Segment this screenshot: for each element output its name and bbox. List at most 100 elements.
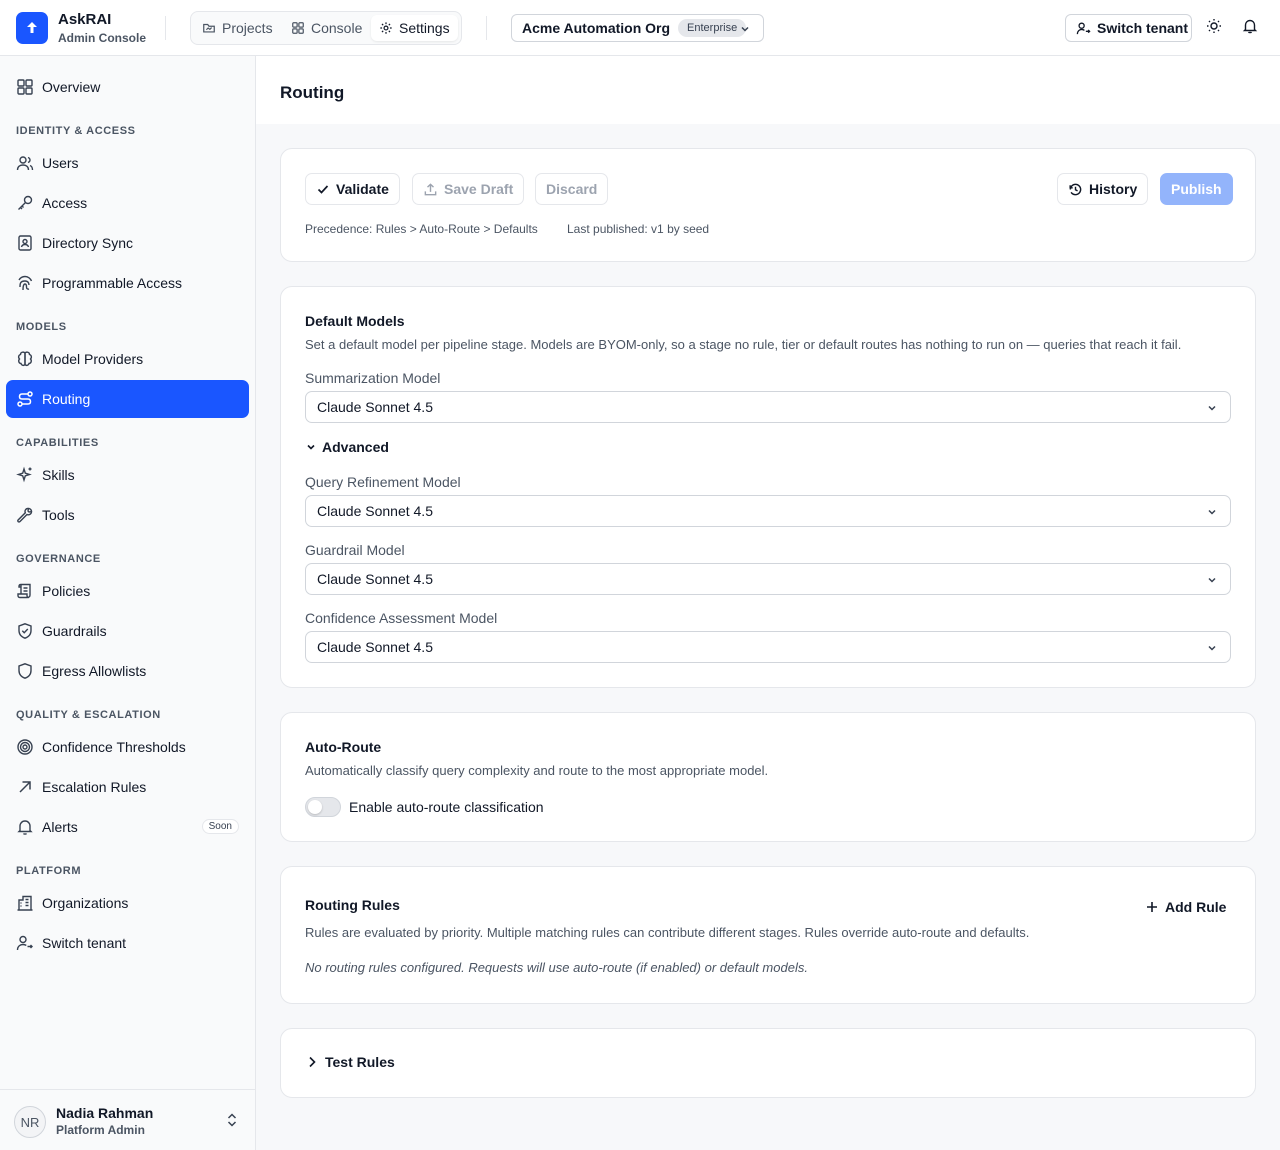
user-menu[interactable]: NR Nadia Rahman Platform Admin <box>0 1089 255 1150</box>
sidebar-item-egress-allowlists[interactable]: Egress Allowlists <box>6 652 249 690</box>
sidebar-item-label: Guardrails <box>42 623 107 639</box>
theme-toggle[interactable] <box>1206 18 1222 34</box>
page-title: Routing <box>280 83 345 102</box>
summarization-model-select[interactable]: Claude Sonnet 4.5 <box>305 391 1231 423</box>
contact-book-icon <box>18 235 32 251</box>
sidebar-item-label: Switch tenant <box>42 935 127 951</box>
sidebar-item-alerts[interactable]: Alerts Soon <box>6 808 249 846</box>
app-logo[interactable] <box>16 12 48 44</box>
sidebar-item-label: Escalation Rules <box>42 779 147 795</box>
sidebar-item-access[interactable]: Access <box>6 184 249 222</box>
org-selector[interactable]: Acme Automation Org Enterprise <box>511 14 764 42</box>
fingerprint-icon <box>18 275 33 291</box>
publish-button[interactable]: Publish <box>1160 173 1233 205</box>
sidebar-item-label: Directory Sync <box>42 235 134 251</box>
section-description: Automatically classify query complexity … <box>305 763 769 778</box>
sidebar-item-organizations[interactable]: Organizations <box>6 884 249 922</box>
sidebar-item-label: Confidence Thresholds <box>42 739 186 755</box>
history-icon <box>1069 183 1082 195</box>
sidebar: Overview IDENTITY & ACCESS Users Access … <box>0 56 256 1150</box>
check-icon <box>317 185 329 194</box>
sidebar-item-model-providers[interactable]: Model Providers <box>6 340 249 378</box>
sidebar-item-label: Users <box>42 155 79 171</box>
sidebar-item-label: Routing <box>42 391 91 407</box>
section-heading: GOVERNANCE <box>16 553 101 565</box>
query-refinement-model-select[interactable]: Claude Sonnet 4.5 <box>305 495 1231 527</box>
sidebar-item-policies[interactable]: Policies <box>6 572 249 610</box>
discard-button[interactable]: Discard <box>535 173 609 205</box>
grid-icon <box>17 79 33 95</box>
toggle-knob <box>308 800 322 814</box>
user-switch-icon <box>1076 21 1091 34</box>
sidebar-item-skills[interactable]: Skills <box>6 456 249 494</box>
test-rules-toggle[interactable]: Test Rules <box>305 1054 395 1070</box>
save-draft-button[interactable]: Save Draft <box>412 173 525 205</box>
sidebar-item-label: Tools <box>42 507 75 523</box>
query-refinement-label: Query Refinement Model <box>305 474 461 490</box>
upload-icon <box>424 182 437 195</box>
sidebar-item-confidence-thresholds[interactable]: Confidence Thresholds <box>6 728 249 766</box>
folder-icon <box>203 23 215 33</box>
sidebar-item-overview[interactable]: Overview <box>6 68 249 106</box>
sidebar-item-guardrails[interactable]: Guardrails <box>6 612 249 650</box>
chevron-down-icon <box>741 26 749 32</box>
plan-badge: Enterprise <box>678 19 747 37</box>
avatar: NR <box>14 1106 46 1138</box>
grid-icon <box>292 22 304 34</box>
divider <box>165 16 166 40</box>
switch-tenant-label: Switch tenant <box>1097 20 1189 36</box>
sidebar-item-routing[interactable]: Routing <box>6 380 249 418</box>
publish-label: Publish <box>1171 181 1222 197</box>
confidence-assessment-model-select[interactable]: Claude Sonnet 4.5 <box>305 631 1231 663</box>
user-role: Platform Admin <box>56 1123 145 1137</box>
chevron-right-icon <box>309 1056 316 1068</box>
bell-icon <box>1242 19 1258 34</box>
select-value: Claude Sonnet 4.5 <box>317 399 433 415</box>
sidebar-item-users[interactable]: Users <box>6 144 249 182</box>
sidebar-item-label: Policies <box>42 583 91 599</box>
toolbar-card: Validate Save Draft Discard History Publ… <box>280 148 1256 262</box>
auto-route-toggle[interactable] <box>305 797 341 817</box>
sidebar-item-label: Alerts <box>42 819 78 835</box>
plus-icon <box>1147 902 1157 912</box>
sidebar-item-switch-tenant[interactable]: Switch tenant <box>6 924 249 962</box>
select-value: Claude Sonnet 4.5 <box>317 571 433 587</box>
sidebar-item-directory-sync[interactable]: Directory Sync <box>6 224 249 262</box>
routing-rules-card: Routing Rules Add Rule Rules are evaluat… <box>280 866 1256 1004</box>
sidebar-item-tools[interactable]: Tools <box>6 496 249 534</box>
test-rules-card: Test Rules <box>280 1028 1256 1098</box>
guardrail-model-select[interactable]: Claude Sonnet 4.5 <box>305 563 1231 595</box>
switch-tenant-button[interactable]: Switch tenant <box>1065 14 1192 42</box>
chevrons-up-down-icon[interactable] <box>225 1112 239 1128</box>
sidebar-item-label: Egress Allowlists <box>42 663 147 679</box>
section-title: Default Models <box>305 313 405 329</box>
user-switch-icon <box>16 935 33 951</box>
shield-icon <box>18 663 32 679</box>
top-nav-tabs: Projects Console Settings <box>190 11 462 45</box>
wrench-icon <box>17 507 33 523</box>
advanced-toggle[interactable]: Advanced <box>305 439 389 455</box>
last-published-text: Last published: v1 by seed <box>567 222 710 236</box>
tab-console[interactable]: Console <box>283 15 370 41</box>
sun-icon <box>1207 19 1221 33</box>
chevron-down-icon <box>307 444 315 450</box>
validate-button[interactable]: Validate <box>305 173 400 205</box>
section-title: Auto-Route <box>305 739 382 755</box>
default-models-card: Default Models Set a default model per p… <box>280 286 1256 688</box>
sparkles-icon <box>16 466 32 483</box>
brand-name: AskRAI <box>58 11 112 28</box>
section-description: Rules are evaluated by priority. Multipl… <box>305 925 1030 940</box>
sidebar-item-programmable-access[interactable]: Programmable Access <box>6 264 249 302</box>
notifications-button[interactable] <box>1242 18 1258 34</box>
tab-settings[interactable]: Settings <box>371 15 458 41</box>
auto-route-card: Auto-Route Automatically classify query … <box>280 712 1256 842</box>
brain-icon <box>17 351 33 367</box>
tab-console-label: Console <box>311 20 363 36</box>
tab-projects-label: Projects <box>222 20 273 36</box>
tab-projects[interactable]: Projects <box>194 15 281 41</box>
tab-settings-label: Settings <box>399 20 450 36</box>
history-button[interactable]: History <box>1057 173 1149 205</box>
add-rule-button[interactable]: Add Rule <box>1137 895 1234 919</box>
sidebar-item-escalation-rules[interactable]: Escalation Rules <box>6 768 249 806</box>
save-draft-label: Save Draft <box>444 181 514 197</box>
